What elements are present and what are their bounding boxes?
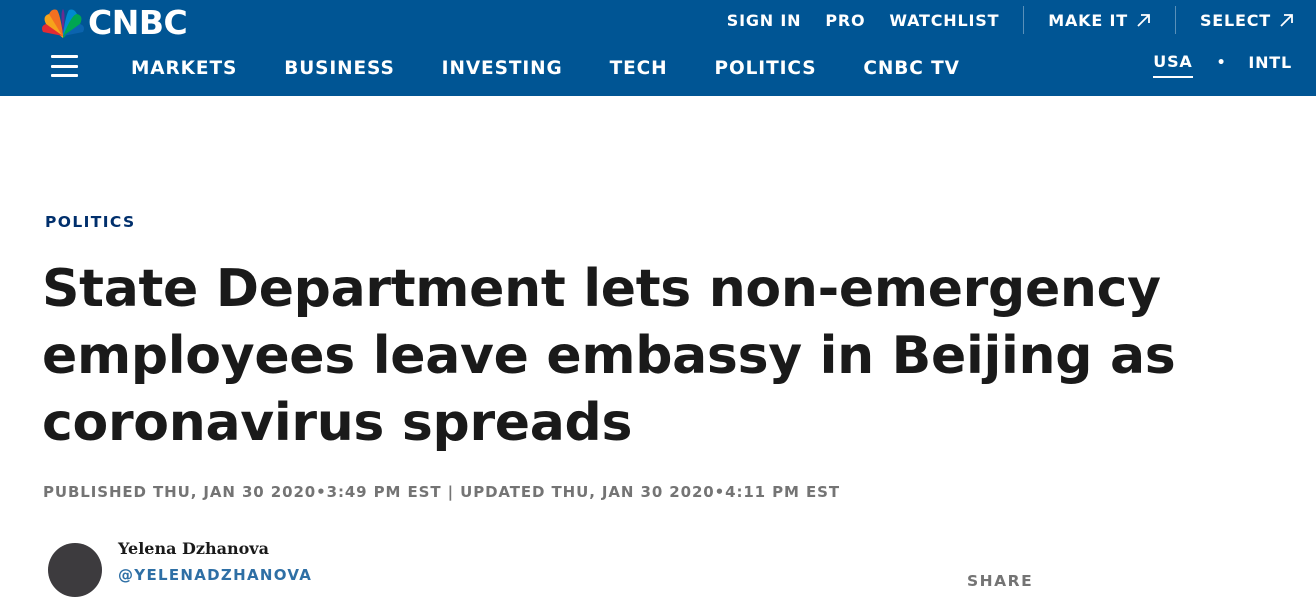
nav-item-politics[interactable]: POLITICS: [715, 58, 817, 79]
region-separator: •: [1216, 54, 1227, 71]
article-headline: State Department lets non-emergency empl…: [42, 256, 1242, 457]
sign-in-link[interactable]: SIGN IN: [727, 11, 802, 30]
timestamp-divider: |: [447, 483, 454, 501]
author-name[interactable]: Yelena Dzhanova: [118, 539, 269, 558]
nav-item-cnbc-tv[interactable]: CNBC TV: [863, 58, 959, 79]
region-intl[interactable]: INTL: [1248, 53, 1292, 77]
main-nav: MARKETS BUSINESS INVESTING TECH POLITICS…: [131, 56, 1007, 80]
share-label: SHARE: [967, 572, 1034, 590]
external-arrow-icon: [1137, 13, 1150, 27]
external-arrow-icon: [1280, 13, 1293, 27]
updated-time: UPDATED THU, JAN 30 2020•4:11 PM EST: [460, 483, 840, 501]
author-avatar[interactable]: [48, 543, 102, 597]
make-it-label: MAKE IT: [1048, 10, 1128, 30]
nav-item-tech[interactable]: TECH: [610, 58, 668, 79]
make-it-link[interactable]: MAKE IT: [1048, 11, 1151, 30]
headline-line: employees leave embassy in Beijing as: [42, 326, 1176, 386]
cnbc-logo[interactable]: CNBC: [40, 3, 188, 42]
nav-item-markets[interactable]: MARKETS: [131, 58, 237, 79]
nav-item-investing[interactable]: INVESTING: [442, 58, 563, 79]
section-label[interactable]: POLITICS: [45, 213, 136, 231]
utility-divider: [1174, 6, 1176, 34]
region-usa[interactable]: USA: [1153, 52, 1193, 78]
headline-line: State Department lets non-emergency: [42, 259, 1161, 319]
peacock-icon: [42, 9, 84, 38]
article-timestamps: PUBLISHED THU, JAN 30 2020•3:49 PM EST |…: [43, 483, 840, 501]
select-link[interactable]: SELECT: [1200, 11, 1294, 30]
watchlist-link[interactable]: WATCHLIST: [889, 11, 999, 30]
nav-item-business[interactable]: BUSINESS: [284, 58, 394, 79]
headline-line: coronavirus spreads: [42, 393, 633, 453]
logo-text: CNBC: [88, 3, 188, 42]
author-twitter-handle[interactable]: @YELENADZHANOVA: [118, 566, 312, 584]
published-time: PUBLISHED THU, JAN 30 2020•3:49 PM EST: [43, 483, 442, 501]
hamburger-menu-icon[interactable]: [51, 55, 78, 77]
region-switcher: USA • INTL: [1153, 52, 1292, 78]
site-header: CNBC SIGN IN PRO WATCHLIST MAKE IT SELEC…: [0, 0, 1316, 96]
select-label: SELECT: [1199, 10, 1271, 30]
utility-nav: SIGN IN PRO WATCHLIST MAKE IT SELECT: [727, 6, 1316, 34]
pro-link[interactable]: PRO: [825, 11, 865, 30]
utility-divider: [1023, 6, 1025, 34]
